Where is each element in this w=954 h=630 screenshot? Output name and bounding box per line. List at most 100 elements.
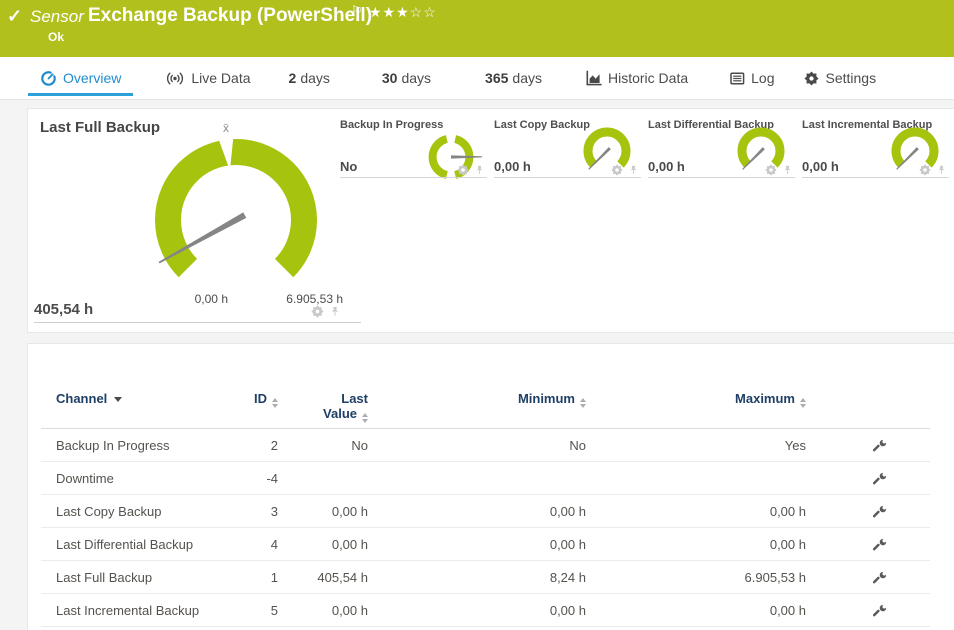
channel-id: 5 xyxy=(226,603,278,618)
gauge-cell-last-incremental-backup: Last Incremental Backup 0,00 h xyxy=(802,119,949,183)
channel-last-value: No xyxy=(278,438,368,453)
gauge-value: 0,00 h xyxy=(494,159,531,174)
tab-30-days-unit: days xyxy=(401,70,431,86)
tab-2-days-unit: days xyxy=(300,70,330,86)
tab-overview[interactable]: Overview xyxy=(28,57,133,100)
pin-icon[interactable] xyxy=(936,165,947,176)
stars-filled[interactable]: ★★★ xyxy=(369,4,410,20)
channels-panel: Channel ID Last Value Minimum Maximum xyxy=(27,343,954,630)
pin-icon[interactable] xyxy=(329,306,341,318)
edit-channel-wrench-icon[interactable] xyxy=(873,537,888,552)
tab-live-data[interactable]: Live Data xyxy=(153,57,262,100)
sensor-status-badge: Ok xyxy=(48,30,64,44)
gauge-cell-last-differential-backup: Last Differential Backup 0,00 h xyxy=(648,119,795,183)
chevron-down-icon xyxy=(114,397,122,402)
channel-id: -4 xyxy=(226,471,278,486)
channel-name: Last Differential Backup xyxy=(41,537,226,552)
gauge-value: 0,00 h xyxy=(648,159,685,174)
gear-icon[interactable] xyxy=(919,164,931,176)
channel-name: Last Incremental Backup xyxy=(41,603,226,618)
pin-icon[interactable] xyxy=(628,165,639,176)
divider xyxy=(340,177,487,178)
tab-log[interactable]: Log xyxy=(718,57,786,100)
divider xyxy=(648,177,795,178)
primary-gauge-min: 0,00 h xyxy=(138,292,228,306)
column-header-minimum[interactable]: Minimum xyxy=(368,391,586,408)
divider xyxy=(494,177,641,178)
divider xyxy=(802,177,949,178)
table-row: Backup In Progress 2 No No Yes xyxy=(41,429,930,462)
gear-icon[interactable] xyxy=(611,164,623,176)
channel-name: Last Full Backup xyxy=(41,570,226,585)
primary-gauge-value: 405,54 h xyxy=(34,301,93,318)
channel-id: 1 xyxy=(226,570,278,585)
column-header-id-label: ID xyxy=(254,391,267,406)
channel-minimum: 0,00 h xyxy=(368,504,586,519)
tab-bar: Overview Live Data 2 days 30 days 365 da… xyxy=(0,57,954,100)
gauge-cell-last-copy-backup: Last Copy Backup 0,00 h xyxy=(494,119,641,183)
live-data-icon xyxy=(165,71,185,86)
channel-maximum: 0,00 h xyxy=(586,603,806,618)
tab-30-days[interactable]: 30 days xyxy=(370,57,443,100)
prtg-sensor-page: ✓ Sensor Exchange Backup (PowerShell) ⚐ … xyxy=(0,0,954,630)
column-header-maximum-label: Maximum xyxy=(735,391,795,406)
table-row: Last Full Backup 1 405,54 h 8,24 h 6.905… xyxy=(41,561,930,594)
sensor-header: ✓ Sensor Exchange Backup (PowerShell) ⚐ … xyxy=(0,0,954,57)
gear-icon[interactable] xyxy=(311,305,324,318)
column-header-maximum[interactable]: Maximum xyxy=(586,391,806,408)
channel-name: Last Copy Backup xyxy=(41,504,226,519)
arc-gauge xyxy=(728,119,798,189)
primary-gauge-max: 6.905,53 h xyxy=(258,292,343,306)
edit-channel-wrench-icon[interactable] xyxy=(873,570,888,585)
column-header-minimum-label: Minimum xyxy=(518,391,575,406)
channel-minimum: 8,24 h xyxy=(368,570,586,585)
sort-icon xyxy=(800,398,806,408)
column-header-last-label: Last xyxy=(278,391,368,406)
channel-minimum: 0,00 h xyxy=(368,603,586,618)
tab-log-label: Log xyxy=(751,70,774,86)
primary-gauge xyxy=(136,120,336,320)
gear-icon[interactable] xyxy=(765,164,777,176)
gauge-value: No xyxy=(340,159,357,174)
edit-channel-wrench-icon[interactable] xyxy=(873,471,888,486)
column-header-value-label: Value xyxy=(323,406,357,421)
table-header-row: Channel ID Last Value Minimum Maximum xyxy=(41,388,930,429)
tab-365-days[interactable]: 365 days xyxy=(473,57,554,100)
edit-channel-wrench-icon[interactable] xyxy=(873,438,888,453)
pin-icon[interactable] xyxy=(782,165,793,176)
historic-data-icon xyxy=(586,70,602,86)
pin-icon[interactable] xyxy=(474,165,485,176)
arc-gauge xyxy=(574,119,644,189)
channel-minimum: 0,00 h xyxy=(368,537,586,552)
edit-channel-wrench-icon[interactable] xyxy=(873,504,888,519)
sensor-title: Exchange Backup (PowerShell) xyxy=(88,5,372,27)
sort-icon xyxy=(362,413,368,423)
tab-settings-label: Settings xyxy=(825,70,876,86)
channel-name: Downtime xyxy=(41,471,226,486)
gear-icon[interactable] xyxy=(457,164,469,176)
column-header-channel[interactable]: Channel xyxy=(41,391,226,406)
boolean-gauge xyxy=(418,125,488,195)
stars-empty[interactable]: ☆☆ xyxy=(410,4,437,20)
divider xyxy=(34,322,361,323)
channel-id: 3 xyxy=(226,504,278,519)
column-header-channel-label: Channel xyxy=(56,391,107,406)
priority-stars[interactable]: ★★★☆☆ xyxy=(369,4,437,21)
tab-2-days[interactable]: 2 days xyxy=(277,57,342,100)
object-kind-label: Sensor xyxy=(30,7,84,27)
tab-365-days-number: 365 xyxy=(485,70,508,86)
channel-last-value: 0,00 h xyxy=(278,537,368,552)
tab-historic-data[interactable]: Historic Data xyxy=(574,57,700,100)
column-header-last-value[interactable]: Last Value xyxy=(278,391,368,423)
tab-live-data-label: Live Data xyxy=(191,70,250,86)
gauges-panel: Last Full Backup x̄ 0,00 h 6.905,53 h 40… xyxy=(27,108,954,333)
status-ok-check-icon: ✓ xyxy=(7,6,22,27)
edit-channel-wrench-icon[interactable] xyxy=(873,603,888,618)
priority-flag-icon[interactable]: ⚐ xyxy=(351,3,363,19)
channel-minimum: No xyxy=(368,438,586,453)
tab-settings[interactable]: Settings xyxy=(792,57,888,100)
gauge-cell-backup-in-progress: Backup In Progress No xyxy=(340,119,487,183)
column-header-id[interactable]: ID xyxy=(226,391,278,408)
channel-maximum: 0,00 h xyxy=(586,504,806,519)
table-row: Downtime -4 xyxy=(41,462,930,495)
